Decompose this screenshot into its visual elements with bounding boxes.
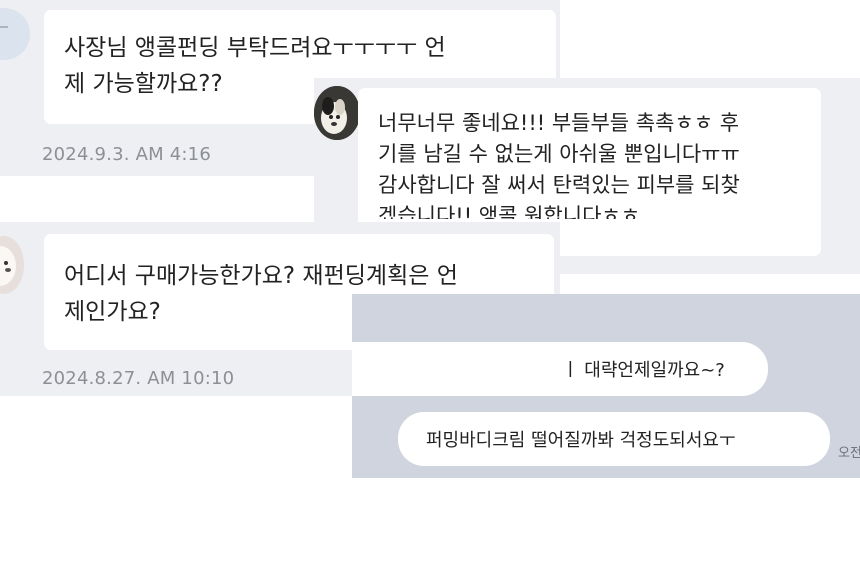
- review-message-line: 감사합니다 잘 써서 탄력있는 피부를 되찾: [378, 173, 740, 197]
- screenshot-collage: 사장님 앵콜펀딩 부탁드려요ㅜㅜㅜㅜ 언 제 가능할까요?? 2024.9.3.…: [0, 0, 860, 561]
- review-message-line: 어디서 구매가능한가요? 재펀딩계획은 언: [64, 263, 458, 289]
- avatar-photo: [314, 86, 360, 140]
- review-date: 2024.8.27. AM 10:10: [42, 368, 235, 389]
- review-date: 2024.9.3. AM 4:16: [42, 144, 211, 165]
- avatar-photo: [0, 236, 24, 294]
- puppy-photo-icon: [314, 86, 360, 140]
- chat-message-time: 오전: [838, 446, 860, 461]
- review-message-line: 사장님 앵콜펀딩 부탁드려요ㅜㅜㅜㅜ 언: [64, 35, 446, 61]
- review-message-line: 기를 남길 수 없는게 아쉬울 뿐입니다ㅠㅠ: [378, 142, 740, 166]
- review-message-line: 너무너무 좋네요!!! 부들부들 촉촉ㅎㅎ 후: [378, 111, 740, 135]
- white-dog-photo-icon: [0, 236, 24, 294]
- review-message-line: 겠습니다!! 앵콜 원합니다ㅎㅎ: [378, 204, 641, 219]
- chat-screenshot-panel: ㅣ 대략언제일까요~? 퍼밍바디크림 떨어질까봐 걱정도되서요ㅜ 오전: [352, 294, 860, 478]
- avatar-placeholder: [0, 8, 30, 60]
- chat-message-text: 퍼밍바디크림 떨어질까봐 걱정도되서요ㅜ: [426, 430, 736, 451]
- chat-message-bubble: 퍼밍바디크림 떨어질까봐 걱정도되서요ㅜ: [398, 412, 830, 466]
- chat-message-text: ㅣ 대략언제일까요~?: [562, 360, 725, 381]
- chat-message-bubble: ㅣ 대략언제일까요~?: [352, 342, 768, 396]
